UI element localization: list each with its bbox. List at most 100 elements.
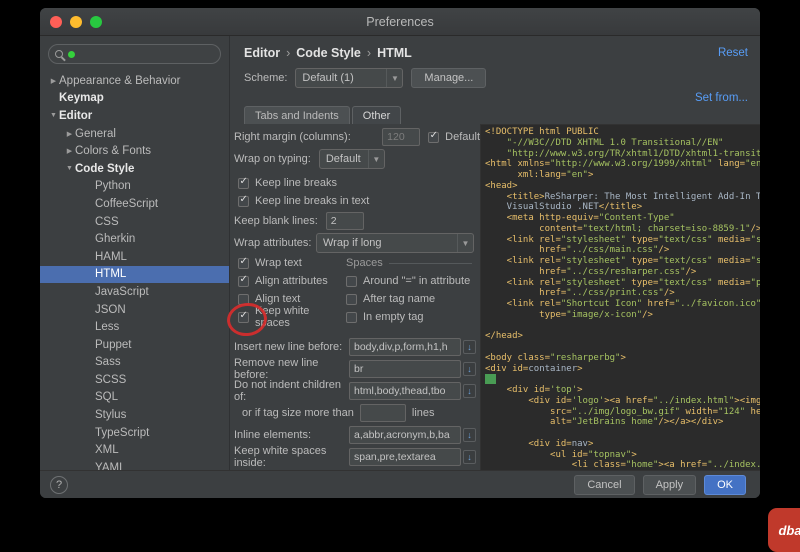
code-line: xml:lang="en"> — [485, 170, 594, 180]
sidebar-item-javascript[interactable]: JavaScript — [40, 283, 229, 301]
sidebar-item-label: Gherkin — [95, 233, 136, 246]
chevron-down-icon[interactable]: ▼ — [48, 112, 59, 119]
title-bar[interactable]: Preferences — [40, 8, 760, 36]
chevron-right-icon[interactable]: ▶ — [64, 147, 75, 155]
no-indent-children-field[interactable]: html,body,thead,tbo — [349, 382, 461, 400]
chevron-down-icon[interactable]: ▼ — [64, 165, 75, 172]
sidebar-item-label: Puppet — [95, 338, 132, 351]
sidebar-item-yaml[interactable]: YAML — [40, 459, 229, 470]
scheme-label: Scheme: — [244, 72, 288, 84]
in-empty-tag-label: In empty tag — [363, 311, 424, 323]
set-from-link[interactable]: Set from... — [695, 92, 748, 106]
checkbox-keep-white-spaces[interactable] — [238, 310, 249, 323]
sidebar-item-keymap[interactable]: Keymap — [40, 90, 229, 108]
after-tag-name-label: After tag name — [363, 293, 436, 305]
around-equals-label: Around "=" in attribute — [363, 275, 471, 287]
chevron-down-icon: ▼ — [386, 69, 402, 87]
sidebar-item-puppet[interactable]: Puppet — [40, 336, 229, 354]
expand-list-icon[interactable]: ↓ — [463, 428, 476, 442]
code-line — [485, 374, 760, 385]
inline-elements-field[interactable]: a,abbr,acronym,b,ba — [349, 426, 461, 444]
keep-blank-lines-label: Keep blank lines: — [234, 215, 318, 227]
expand-list-icon[interactable]: ↓ — [463, 340, 476, 354]
ok-button[interactable]: OK — [704, 474, 746, 495]
sidebar-item-python[interactable]: Python — [40, 178, 229, 196]
insert-new-line-field[interactable]: body,div,p,form,h1,h — [349, 338, 461, 356]
checkbox-wrap-text[interactable] — [238, 256, 249, 269]
sidebar-item-gherkin[interactable]: Gherkin — [40, 230, 229, 248]
sidebar-item-less[interactable]: Less — [40, 318, 229, 336]
expand-list-icon[interactable]: ↓ — [463, 362, 476, 376]
cancel-button[interactable]: Cancel — [574, 474, 635, 495]
dba-badge: dba — [768, 508, 800, 552]
sidebar-item-general[interactable]: ▶ General — [40, 125, 229, 143]
sidebar-item-label: SCSS — [95, 373, 127, 386]
no-indent-children-label: Do not indent children of: — [234, 379, 342, 403]
tab-tabs-and-indents[interactable]: Tabs and Indents — [244, 106, 350, 124]
wrap-on-typing-select[interactable]: Default ▼ — [318, 149, 385, 169]
remove-new-line-label: Remove new line before: — [234, 357, 319, 381]
sidebar-item-label: Keymap — [59, 92, 104, 105]
chevron-right-icon[interactable]: ▶ — [64, 130, 75, 138]
sidebar-item-css[interactable]: CSS — [40, 213, 229, 231]
checkbox-in-empty-tag[interactable] — [346, 311, 357, 323]
sidebar-item-sql[interactable]: SQL — [40, 389, 229, 407]
scheme-select[interactable]: Default (1) ▼ — [295, 68, 404, 88]
keep-line-breaks-label: Keep line breaks — [255, 177, 337, 189]
breadcrumb-editor[interactable]: Editor — [244, 46, 280, 60]
sidebar-item-xml[interactable]: XML — [40, 441, 229, 459]
chevron-right-icon[interactable]: ▶ — [48, 77, 59, 85]
default-label: Default — [445, 131, 480, 143]
sidebar-item-sass[interactable]: Sass — [40, 354, 229, 372]
sidebar-item-label: SQL — [95, 391, 119, 404]
code-line: href="../css/resharper.css"/> — [485, 266, 697, 277]
checkbox-align-attributes[interactable] — [238, 274, 249, 287]
remove-new-line-field[interactable]: br — [349, 360, 461, 378]
wrap-attributes-label: Wrap attributes: — [234, 237, 312, 249]
sidebar-item-typescript[interactable]: TypeScript — [40, 424, 229, 442]
help-button[interactable]: ? — [50, 475, 68, 494]
expand-list-icon[interactable]: ↓ — [463, 384, 476, 398]
tab-other[interactable]: Other — [351, 106, 402, 124]
sidebar-item-json[interactable]: JSON — [40, 301, 229, 319]
window-title: Preferences — [366, 14, 434, 29]
manage-button[interactable]: Manage... — [411, 68, 487, 88]
code-line: <link rel="Shortcut Icon" href="../favic… — [485, 299, 760, 309]
sidebar-item-scss[interactable]: SCSS — [40, 371, 229, 389]
reset-link[interactable]: Reset — [718, 47, 748, 59]
tag-size-field[interactable] — [359, 404, 406, 422]
checkbox-keep-line-breaks-in-text[interactable] — [238, 194, 249, 207]
sidebar-item-coffeescript[interactable]: CoffeeScript — [40, 195, 229, 213]
sidebar-item-code-style[interactable]: ▼ Code Style — [40, 160, 229, 178]
breadcrumb-code-style[interactable]: Code Style — [296, 46, 361, 60]
checkbox-default[interactable] — [428, 130, 440, 143]
code-line: <div id=nav> — [485, 438, 594, 449]
code-line: <li class="home"><a href="../index.html"… — [485, 460, 760, 470]
keep-line-breaks-in-text-label: Keep line breaks in text — [255, 195, 370, 207]
checkbox-keep-line-breaks[interactable] — [238, 176, 249, 189]
sidebar-item-colors-fonts[interactable]: ▶ Colors & Fonts — [40, 142, 229, 160]
apply-button[interactable]: Apply — [642, 474, 697, 495]
checkbox-after-tag-name[interactable] — [346, 293, 357, 305]
sidebar-item-html[interactable]: HTML — [40, 265, 229, 284]
sidebar-item-label: YAML — [95, 461, 126, 470]
checkbox-around-equals[interactable] — [346, 275, 357, 287]
sidebar-item-editor[interactable]: ▼ Editor — [40, 107, 229, 125]
checkbox-align-text[interactable] — [238, 293, 249, 305]
expand-list-icon[interactable]: ↓ — [463, 450, 476, 464]
keep-blank-lines-field[interactable]: 2 — [325, 212, 364, 230]
settings-search-input[interactable] — [48, 44, 221, 64]
sidebar-item-appearance-behavior[interactable]: ▶ Appearance & Behavior — [40, 72, 229, 90]
sidebar-item-haml[interactable]: HAML — [40, 248, 229, 266]
wrap-attributes-select[interactable]: Wrap if long ▼ — [316, 233, 474, 253]
tag-size-label: or if tag size more than — [242, 407, 354, 419]
code-line: <div id='logo'><a href="../index.html"><… — [485, 395, 760, 406]
code-preview[interactable]: <!DOCTYPE html PUBLIC "-//W3C//DTD XHTML… — [480, 124, 760, 470]
right-margin-field[interactable]: 120 — [382, 128, 421, 146]
keep-ws-inside-field[interactable]: span,pre,textarea — [349, 448, 461, 466]
code-line: </head> — [485, 331, 523, 342]
sidebar-item-stylus[interactable]: Stylus — [40, 406, 229, 424]
insert-new-line-label: Insert new line before: — [234, 341, 343, 353]
